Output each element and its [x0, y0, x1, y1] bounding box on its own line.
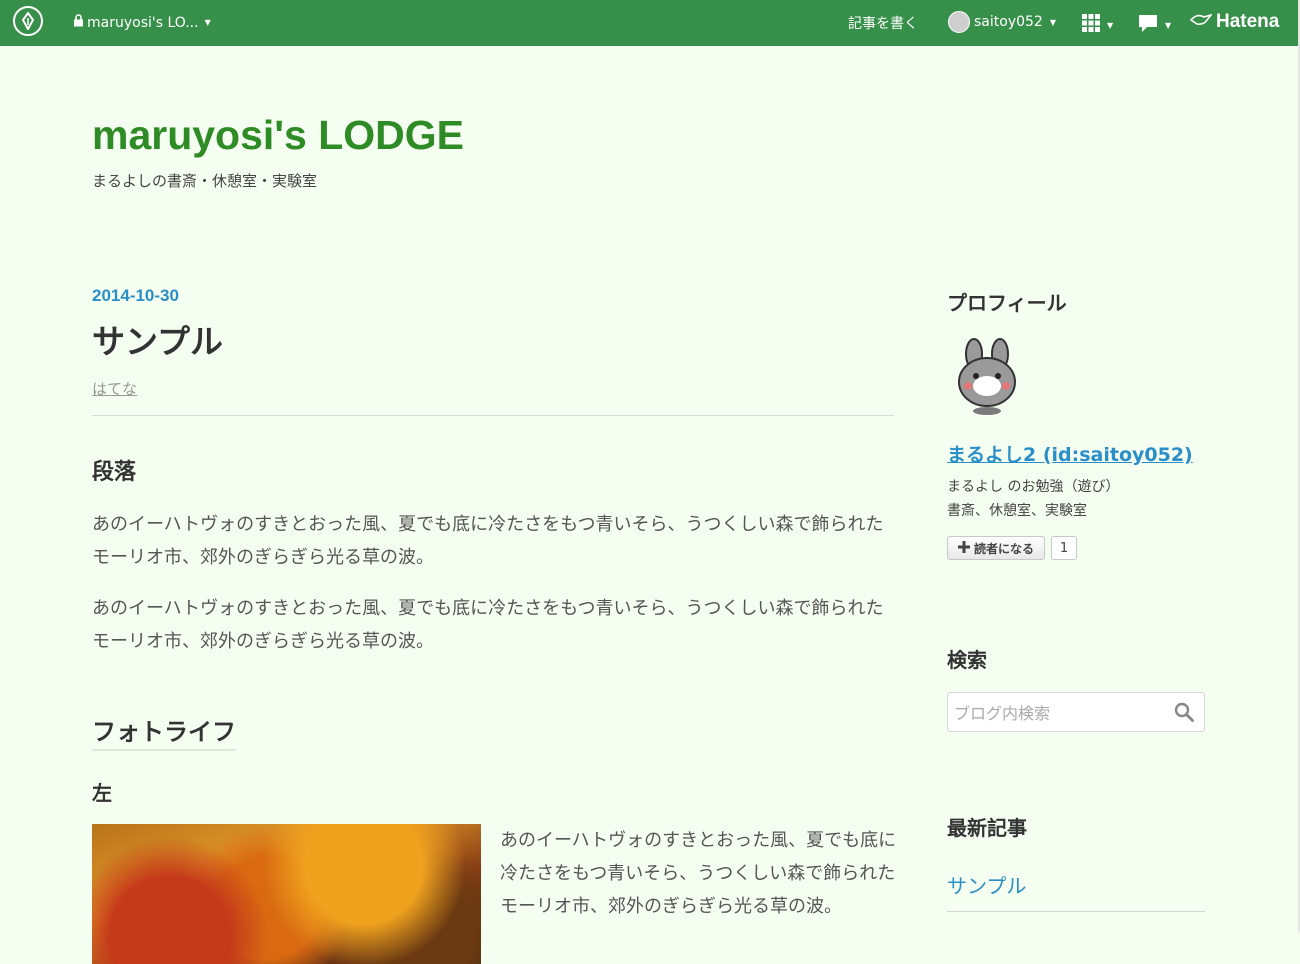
entry-category-link[interactable]: はてな: [92, 378, 137, 399]
hatena-logo-link[interactable]: Hatena: [1189, 11, 1280, 33]
blog-selector[interactable]: maruyosi's LO... ▼: [73, 14, 211, 31]
subsection-heading: 左: [92, 781, 112, 805]
section-heading: フォトライフ: [92, 712, 236, 751]
rabbit-avatar-icon: [958, 338, 1016, 415]
user-avatar-icon: [948, 11, 970, 33]
profile-description-line: まるよし のお勉強（遊び）: [947, 479, 1120, 495]
user-menu[interactable]: saitoy052 ▼: [948, 11, 1056, 33]
caret-down-icon: ▼: [1165, 21, 1172, 30]
lock-icon: [73, 14, 84, 31]
grid-icon: [1082, 14, 1100, 36]
write-entry-label: 記事を書く: [848, 16, 918, 32]
photo-caption-paragraph: あのイーハトヴォのすきとおった風、夏でも底に冷たさをもつ青いそら、うつくしい森で…: [500, 830, 897, 917]
blog-description: まるよしの書斎・休憩室・実験室: [92, 172, 318, 190]
hatena-bird-icon: [1189, 12, 1214, 32]
hatena-blog-pen-icon[interactable]: [13, 6, 43, 36]
profile-name-link[interactable]: まるよし2 (id:saitoy052): [947, 440, 1193, 467]
autumn-foliage-photo[interactable]: [92, 824, 481, 964]
recent-entry-divider: [947, 911, 1205, 912]
blog-selector-label: maruyosi's LO...: [87, 14, 199, 31]
search-input[interactable]: [954, 701, 1164, 725]
subscribe-button[interactable]: 読者になる: [947, 536, 1045, 560]
blog-title-link[interactable]: maruyosi's LODGE: [92, 112, 464, 159]
profile-heading: プロフィール: [947, 291, 1067, 315]
section-heading: 段落: [92, 460, 137, 485]
recent-entry-link[interactable]: サンプル: [947, 870, 1026, 899]
entry-header-divider: [92, 415, 894, 416]
paragraph: あのイーハトヴォのすきとおった風、夏でも底に冷たさをもつ青いそら、うつくしい森で…: [92, 514, 884, 568]
apps-menu[interactable]: ▼: [1082, 14, 1113, 36]
profile-avatar[interactable]: [947, 336, 1027, 416]
write-entry-link[interactable]: 記事を書く: [848, 13, 918, 33]
photo-with-text: あのイーハトヴォのすきとおった風、夏でも底に冷たさをもつ青いそら、うつくしい森で…: [92, 824, 896, 964]
entry-article: 2014-10-30 サンプル はてな 段落 あのイーハトヴォのすきとおった風、…: [92, 286, 896, 964]
caret-down-icon: ▼: [1107, 20, 1114, 30]
recent-entries-heading: 最新記事: [947, 816, 1027, 840]
search-heading: 検索: [947, 648, 987, 672]
subscriber-count: 1: [1051, 536, 1077, 560]
paragraph: あのイーハトヴォのすきとおった風、夏でも底に冷たさをもつ青いそら、うつくしい森で…: [92, 598, 884, 652]
caret-down-icon: ▼: [204, 18, 211, 27]
plus-icon: [957, 540, 970, 556]
subscribe-label: 読者になる: [973, 541, 1034, 556]
speech-bubble-icon: [1138, 14, 1158, 37]
entry-title[interactable]: サンプル: [92, 320, 894, 364]
search-form: [947, 692, 1205, 732]
entry-date-link[interactable]: 2014-10-30: [92, 286, 894, 306]
global-header: maruyosi's LO... ▼ 記事を書く saitoy052 ▼ ▼ ▼…: [0, 0, 1298, 46]
search-icon[interactable]: [1174, 702, 1194, 726]
notifications-menu[interactable]: ▼: [1138, 14, 1171, 37]
profile-description: まるよし のお勉強（遊び） 書斎、休憩室、実験室: [947, 475, 1119, 523]
username-label: saitoy052: [974, 14, 1043, 30]
caret-down-icon: ▼: [1049, 17, 1056, 27]
hatena-logo-text: Hatena: [1216, 11, 1280, 32]
profile-description-line: 書斎、休憩室、実験室: [947, 503, 1087, 519]
